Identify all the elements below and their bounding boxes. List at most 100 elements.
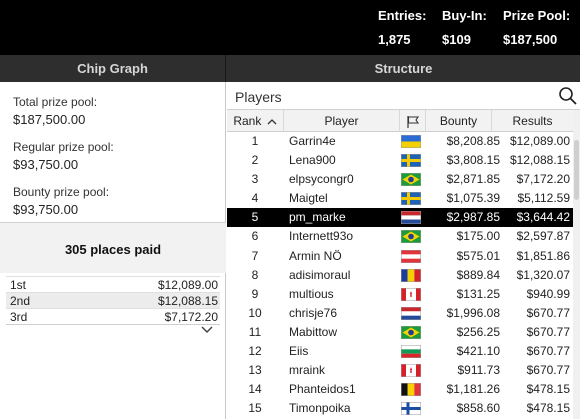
player-name: mraink bbox=[289, 363, 326, 378]
player-row[interactable]: 3 elpsycongr0 $2,871.85 $7,172.20 bbox=[227, 170, 573, 189]
buyin-stat: Buy-In: $109 bbox=[442, 8, 487, 47]
canada-flag-icon bbox=[401, 364, 421, 378]
col-bounty[interactable]: Bounty bbox=[425, 110, 491, 132]
player-row-selected[interactable]: 5 pm_marke $2,987.85 $3,644.42 bbox=[227, 208, 573, 228]
bulgaria-flag-icon bbox=[401, 345, 421, 359]
player-row[interactable]: 6 Internett93o $175.00 $2,597.87 bbox=[227, 227, 573, 246]
sweden-flag-icon bbox=[401, 192, 421, 206]
player-result: $1,320.07 bbox=[516, 267, 570, 282]
col-results[interactable]: Results bbox=[491, 110, 573, 132]
player-bounty: $1,181.26 bbox=[446, 382, 500, 397]
sort-asc-icon bbox=[267, 119, 277, 125]
player-name: chrisje76 bbox=[289, 305, 338, 320]
tab-chip-graph[interactable]: Chip Graph bbox=[0, 55, 226, 82]
regular-prize-value: $93,750.00 bbox=[13, 157, 79, 172]
tab-structure[interactable]: Structure bbox=[227, 55, 580, 82]
player-row[interactable]: 11 Mabittow $256.25 $670.77 bbox=[227, 323, 573, 342]
player-row[interactable]: 9 multious $131.25 $940.99 bbox=[227, 285, 573, 304]
payout-amount: $7,172.20 bbox=[164, 310, 218, 324]
player-bounty: $858.60 bbox=[456, 401, 500, 416]
player-row[interactable]: 12 Eiis $421.10 $670.77 bbox=[227, 342, 573, 361]
player-bounty: $2,871.85 bbox=[446, 172, 500, 187]
belgium-flag-icon bbox=[401, 383, 421, 397]
player-bounty: $2,987.85 bbox=[446, 210, 500, 225]
payout-list[interactable]: 1st $12,089.00 2nd $12,088.15 3rd $7,172… bbox=[6, 276, 220, 324]
bounty-prize-value: $93,750.00 bbox=[13, 202, 79, 217]
player-rank: 13 bbox=[248, 363, 262, 378]
players-table-body: 1 Garrin4e $8,208.85 $12,089.00 2 Lena900 $3,8… bbox=[227, 132, 573, 418]
payout-position: 3rd bbox=[10, 310, 28, 324]
canada-flag-icon bbox=[401, 287, 421, 301]
player-bounty: $1,996.08 bbox=[446, 305, 500, 320]
prizepool-value: $187,500 bbox=[503, 32, 558, 47]
col-player-label: Player bbox=[324, 114, 359, 128]
player-bounty: $889.84 bbox=[456, 267, 500, 282]
player-result: $478.15 bbox=[526, 382, 570, 397]
total-prize-value: $187,500.00 bbox=[13, 112, 86, 127]
payout-row: 2nd $12,088.15 bbox=[6, 292, 220, 308]
player-name: Eiis bbox=[289, 344, 309, 359]
buyin-label: Buy-In: bbox=[442, 8, 487, 23]
player-row[interactable]: 8 adisimoraul $889.84 $1,320.07 bbox=[227, 266, 573, 285]
payout-amount: $12,089.00 bbox=[157, 278, 218, 292]
player-result: $12,089.00 bbox=[509, 134, 570, 148]
col-country[interactable] bbox=[399, 110, 425, 132]
finland-flag-icon bbox=[401, 402, 421, 416]
players-search-bar: Players bbox=[227, 82, 580, 110]
brazil-flag-icon bbox=[401, 173, 421, 187]
search-icon[interactable] bbox=[558, 86, 578, 106]
ukraine-flag-icon bbox=[401, 135, 421, 148]
player-rank: 10 bbox=[248, 305, 262, 320]
player-result: $5,112.59 bbox=[517, 191, 571, 206]
sweden-flag-icon bbox=[401, 154, 421, 168]
flag-outline-icon bbox=[406, 115, 419, 128]
prizepool-stat: Prize Pool: $187,500 bbox=[503, 8, 570, 47]
player-name: adisimoraul bbox=[289, 267, 351, 282]
player-rank: 4 bbox=[251, 191, 259, 206]
player-name: Armin NÖ bbox=[289, 248, 342, 263]
player-name: Internett93o bbox=[289, 229, 354, 244]
bounty-prize-label: Bounty prize pool: bbox=[13, 185, 110, 199]
tab-bar: Chip Graph Structure bbox=[0, 55, 580, 82]
col-bounty-label: Bounty bbox=[439, 114, 478, 128]
total-prize-pool: Total prize pool: $187,500.00 bbox=[13, 95, 97, 127]
player-name: Garrin4e bbox=[289, 134, 336, 148]
netherlands-flag-icon bbox=[401, 306, 421, 320]
player-rank: 2 bbox=[251, 153, 259, 168]
entries-stat: Entries: 1,875 bbox=[378, 8, 426, 47]
player-row[interactable]: 4 Maigtel $1,075.39 $5,112.59 bbox=[227, 189, 573, 208]
player-rank: 12 bbox=[248, 344, 262, 359]
regular-prize-label: Regular prize pool: bbox=[13, 140, 114, 154]
player-row[interactable]: 7 Armin NÖ $575.01 $1,851.86 bbox=[227, 247, 573, 266]
tournament-header: Entries: 1,875 Buy-In: $109 Prize Pool: … bbox=[0, 0, 580, 55]
players-title: Players bbox=[235, 89, 282, 105]
players-scrollbar[interactable] bbox=[573, 110, 580, 419]
regular-prize-pool: Regular prize pool: $93,750.00 bbox=[13, 140, 114, 172]
players-table-header: Rank Player Bounty Results bbox=[227, 110, 573, 132]
player-row[interactable]: 1 Garrin4e $8,208.85 $12,089.00 bbox=[227, 132, 573, 151]
player-rank: 14 bbox=[248, 382, 262, 397]
scrollbar-thumb[interactable] bbox=[574, 140, 579, 200]
prizepool-label: Prize Pool: bbox=[503, 8, 571, 23]
player-row[interactable]: 13 mraink $911.73 $670.77 bbox=[227, 361, 573, 380]
player-rank: 9 bbox=[251, 286, 259, 301]
player-result: $670.77 bbox=[526, 344, 570, 359]
col-rank[interactable]: Rank bbox=[227, 110, 283, 132]
player-row[interactable]: 10 chrisje76 $1,996.08 $670.77 bbox=[227, 304, 573, 323]
payout-position: 2nd bbox=[10, 294, 31, 308]
col-player[interactable]: Player bbox=[283, 110, 399, 132]
player-result: $940.99 bbox=[526, 286, 570, 301]
player-result: $670.77 bbox=[526, 363, 570, 378]
netherlands-flag-icon bbox=[401, 211, 421, 225]
col-results-label: Results bbox=[512, 114, 553, 128]
player-row[interactable]: 2 Lena900 $3,808.15 $12,088.15 bbox=[227, 151, 573, 170]
player-row[interactable]: 15 Timonpoika $858.60 $478.15 bbox=[227, 399, 573, 418]
player-result: $7,172.20 bbox=[516, 172, 570, 187]
player-bounty: $175.00 bbox=[456, 229, 500, 244]
player-bounty: $1,075.39 bbox=[446, 191, 500, 206]
player-result: $12,088.15 bbox=[509, 153, 570, 168]
chevron-down-icon[interactable] bbox=[200, 326, 214, 334]
player-bounty: $256.25 bbox=[456, 324, 500, 339]
player-name: Timonpoika bbox=[289, 401, 351, 416]
player-row[interactable]: 14 Phanteidos1 $1,181.26 $478.15 bbox=[227, 380, 573, 399]
